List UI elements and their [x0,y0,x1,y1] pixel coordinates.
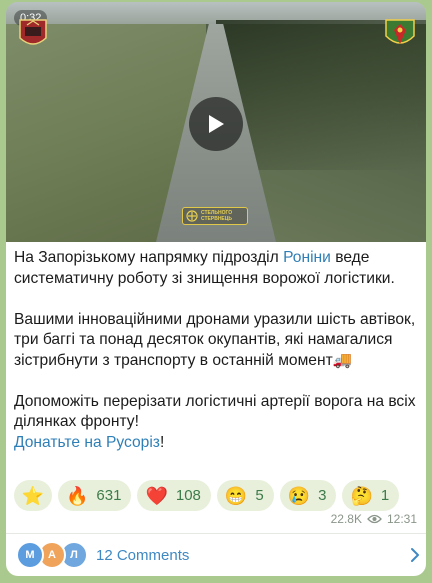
reaction-heart-button[interactable]: ❤️ 108 [137,480,211,511]
reaction-count: 5 [255,487,264,504]
reaction-star-button[interactable]: ⭐ [14,480,52,511]
heart-icon: ❤️ [145,485,168,506]
video-preview[interactable]: 0:32 СТЕЛЬНОГО СТЕРВНЕЦЬ [6,2,426,242]
thinking-icon: 🤔 [350,485,373,506]
eye-icon [367,514,382,524]
reaction-count: 631 [96,487,122,504]
message-time: 12:31 [386,512,417,526]
watermark-line-2: СТЕРВНЕЦЬ [201,216,233,222]
commenter-avatars: М А Л [16,540,88,570]
donate-link-tail: ! [159,433,165,451]
message-bubble: 0:32 СТЕЛЬНОГО СТЕРВНЕЦЬ На Запорізькому… [6,2,426,576]
unit-emblem-left-icon [19,19,47,45]
post-p2-text: Вашими інноваційними дронами уразили шіс… [14,310,416,369]
unit-link[interactable]: Роніни [283,249,331,266]
reaction-count: 108 [175,487,201,504]
post-paragraph-4: Донатьте на Русоріз! [14,433,419,454]
fire-icon: 🔥 [66,485,89,506]
post-paragraph-1: На Запорізькому напрямку підрозділ Ронін… [14,248,419,289]
reactions-bar: ⭐ 🔥 631 ❤️ 108 😁 5 😢 3 🤔 1 [14,480,400,511]
star-icon: ⭐ [21,485,45,506]
truck-emoji-icon: 🚚 [332,351,353,369]
post-text: На Запорізькому напрямку підрозділ Ронін… [14,248,419,453]
play-icon [209,115,224,133]
reaction-thinking-button[interactable]: 🤔 1 [342,480,400,511]
reaction-fire-button[interactable]: 🔥 631 [58,480,132,511]
reaction-count: 3 [318,487,327,504]
message-meta: 22.8K 12:31 [331,512,417,526]
chevron-right-icon [411,548,419,562]
video-watermark: СТЕЛЬНОГО СТЕРВНЕЦЬ [182,207,248,225]
donate-link[interactable]: Донатьте на Русоріз [14,434,160,451]
post-paragraph-2: Вашими інноваційними дронами уразили шіс… [14,310,419,372]
post-paragraph-3: Допоможіть перерізати логістичні артерії… [14,392,416,431]
reaction-count: 1 [380,487,390,504]
reaction-grin-button[interactable]: 😁 5 [216,480,274,511]
reaction-cry-button[interactable]: 😢 3 [279,480,337,511]
comments-label: 12 Comments [96,546,190,564]
brigade-emblem-right-icon [385,19,415,44]
watermark-logo-icon [186,210,198,222]
play-button[interactable] [189,97,243,151]
views-count: 22.8K [330,512,362,526]
grin-icon: 😁 [224,485,248,506]
comments-button[interactable]: М А Л 12 Comments [6,534,426,576]
avatar: М [16,541,44,569]
cry-icon: 😢 [287,485,311,506]
post-p1-text: На Запорізькому напрямку підрозділ [14,249,284,266]
